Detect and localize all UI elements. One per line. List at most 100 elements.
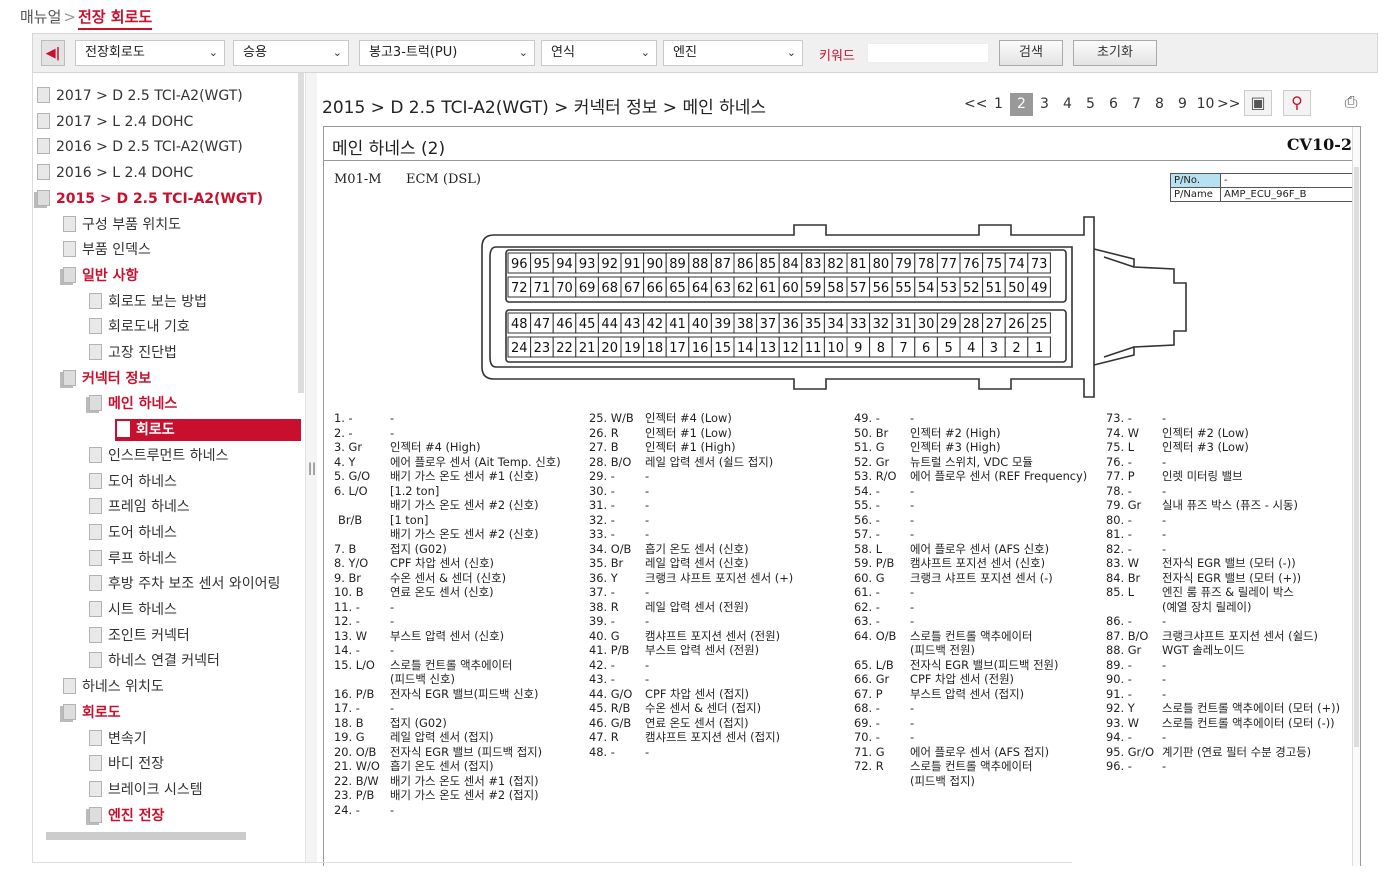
pin-function: 에어 플로우 센서 (Ait Temp. 신호) [390, 454, 561, 469]
pin-function: - [1162, 411, 1167, 425]
document-icon [89, 446, 102, 463]
pin-row: 54. - - [854, 484, 914, 498]
pin-number: 69 [579, 281, 596, 296]
page-link[interactable]: 10 [1194, 93, 1217, 116]
tree-item[interactable]: 시트 하네스 [89, 599, 177, 621]
type-select[interactable]: 승용 ⌄ [233, 40, 349, 66]
tree-item[interactable]: 바디 전장 [89, 753, 164, 775]
tree-item[interactable]: 회로도 [63, 702, 121, 724]
bottom-divider [32, 862, 1072, 863]
pin-row: 79. Gr 실내 퓨즈 박스 (퓨즈 - 시동) [1106, 499, 1298, 512]
tree-item[interactable]: 부품 인덱스 [63, 239, 151, 261]
tree-item[interactable]: 일반 사항 [63, 265, 138, 287]
pin-row: 16. P/B 전자식 EGR 밸브(피드백 신호) [334, 687, 538, 701]
pin-wire: 29. - [589, 469, 615, 483]
tree-item[interactable]: 하네스 연결 커넥터 [89, 650, 220, 672]
tree-item[interactable]: 도어 하네스 [89, 522, 177, 544]
page-link[interactable]: 3 [1033, 93, 1056, 116]
pin-row: 15. L/O 스로틀 컨트롤 액추에이터 [334, 658, 513, 672]
tree-item[interactable]: 커넥터 정보 [63, 368, 151, 390]
zoom-button[interactable]: ⚲ [1283, 90, 1311, 116]
pin-row: 58. L 에어 플로우 센서 (AFS 신호) [854, 542, 1049, 556]
pin-number: 3 [990, 341, 998, 356]
pin-wire: 56. - [854, 512, 880, 527]
page-link[interactable]: 2 [1010, 93, 1033, 116]
document-scrollbar[interactable] [1352, 127, 1360, 866]
page-link[interactable]: 1 [987, 93, 1010, 116]
tree-item[interactable]: 엔진 전장 [89, 805, 164, 827]
tree-item[interactable]: 인스트루먼트 하네스 [89, 445, 228, 467]
tree-item[interactable]: 프레임 하네스 [89, 496, 190, 518]
sidebar-vertical-scrollbar[interactable] [298, 73, 304, 393]
tree-item[interactable]: 회로도내 기호 [89, 316, 190, 338]
tree-item[interactable]: 2016 > L 2.4 DOHC [37, 162, 193, 184]
document-scroll-thumb[interactable] [1354, 167, 1359, 747]
tree-item[interactable]: 조인트 커넥터 [89, 625, 190, 647]
chevron-down-icon: ⌄ [208, 46, 218, 59]
tree-item[interactable]: 브레이크 시스템 [89, 779, 203, 801]
search-button[interactable]: 검색 [999, 40, 1063, 66]
panel-splitter[interactable]: || [305, 73, 317, 863]
tree-item[interactable]: 구성 부품 위치도 [63, 214, 181, 236]
tree-item[interactable]: 2017 > L 2.4 DOHC [37, 111, 193, 133]
page-link[interactable]: 4 [1056, 93, 1079, 116]
pin-wire: 55. - [854, 498, 880, 512]
tree-item[interactable]: 도어 하네스 [89, 471, 177, 493]
tree-item[interactable]: 회로도 [115, 419, 301, 442]
pin-wire: 69. - [854, 715, 880, 730]
print-button[interactable]: ⎙ [1337, 90, 1365, 116]
pin-number: 85 [760, 257, 777, 272]
tree-item[interactable]: 루프 하네스 [89, 548, 177, 570]
pin-number: 84 [782, 257, 799, 272]
pin-number: 60 [782, 281, 799, 296]
pin-wire: 6. L/O [334, 483, 368, 498]
pin-number: 96 [511, 257, 528, 272]
tree-item[interactable]: 회로도 보는 방법 [89, 291, 207, 313]
pin-number: 33 [850, 317, 867, 332]
sidebar-horizontal-scrollbar[interactable] [46, 832, 246, 840]
breadcrumb-root[interactable]: 매뉴얼 [20, 8, 61, 26]
pin-wire: 17. - [334, 701, 360, 715]
page-link[interactable]: 7 [1125, 93, 1148, 116]
tree-item[interactable]: 고장 진단법 [89, 342, 177, 364]
pin-row: 42. - - [589, 658, 649, 672]
pin-wire: 94. - [1106, 730, 1132, 744]
pin-wire: 87. B/O [1106, 628, 1149, 643]
engine-select[interactable]: 엔진 ⌄ [663, 40, 803, 66]
year-select[interactable]: 연식 ⌄ [541, 40, 657, 66]
category-select[interactable]: 전장회로도 ⌄ [75, 40, 225, 66]
page-link[interactable]: 6 [1102, 93, 1125, 116]
page-link[interactable]: 5 [1079, 93, 1102, 116]
page-link[interactable]: 8 [1148, 93, 1171, 116]
pin-function: 접지 (G02) [390, 715, 447, 730]
tree-item[interactable]: 후방 주차 보조 센서 와이어링 [89, 573, 280, 595]
tree-item[interactable]: 변속기 [89, 728, 147, 750]
tree-item[interactable]: 하네스 위치도 [63, 676, 164, 698]
pin-function: - [1162, 454, 1167, 469]
tree-item-label: 엔진 전장 [108, 807, 165, 824]
keyword-input[interactable] [867, 43, 989, 63]
tree-item[interactable]: 2015 > D 2.5 TCI-A2(WGT) [37, 188, 263, 210]
tree-item[interactable]: 2017 > D 2.5 TCI-A2(WGT) [37, 85, 243, 107]
pin-number: 26 [1008, 317, 1025, 332]
fit-page-button[interactable]: ▣ [1244, 90, 1272, 116]
tree-item[interactable]: 메인 하네스 [89, 393, 177, 415]
document-title: 메인 하네스 (2) [332, 139, 446, 159]
collapse-sidebar-button[interactable]: ◀| [41, 40, 65, 66]
page-link[interactable]: 9 [1171, 93, 1194, 116]
chevron-down-icon: ⌄ [640, 46, 650, 59]
model-select[interactable]: 봉고3-트럭(PU) ⌄ [359, 40, 535, 66]
document-header: 메인 하네스 (2) CV10-2 [324, 127, 1360, 161]
pin-function: - [910, 715, 915, 730]
page-link[interactable]: << [964, 93, 987, 116]
tree-item[interactable]: 2016 > D 2.5 TCI-A2(WGT) [37, 136, 243, 158]
pin-wire: 71. G [854, 744, 885, 759]
pin-function: 연료 온도 센서 (신호) [390, 585, 494, 599]
pin-function: - [1162, 759, 1167, 773]
page-link[interactable]: >> [1217, 93, 1240, 116]
pin-row: 37. - - [589, 586, 649, 599]
pin-number: 78 [918, 257, 935, 272]
pin-row: 60. G 크랭크 샤프트 포지션 센서 (-) [854, 571, 1053, 585]
pin-number: 68 [601, 281, 618, 296]
reset-button[interactable]: 초기화 [1073, 40, 1157, 66]
